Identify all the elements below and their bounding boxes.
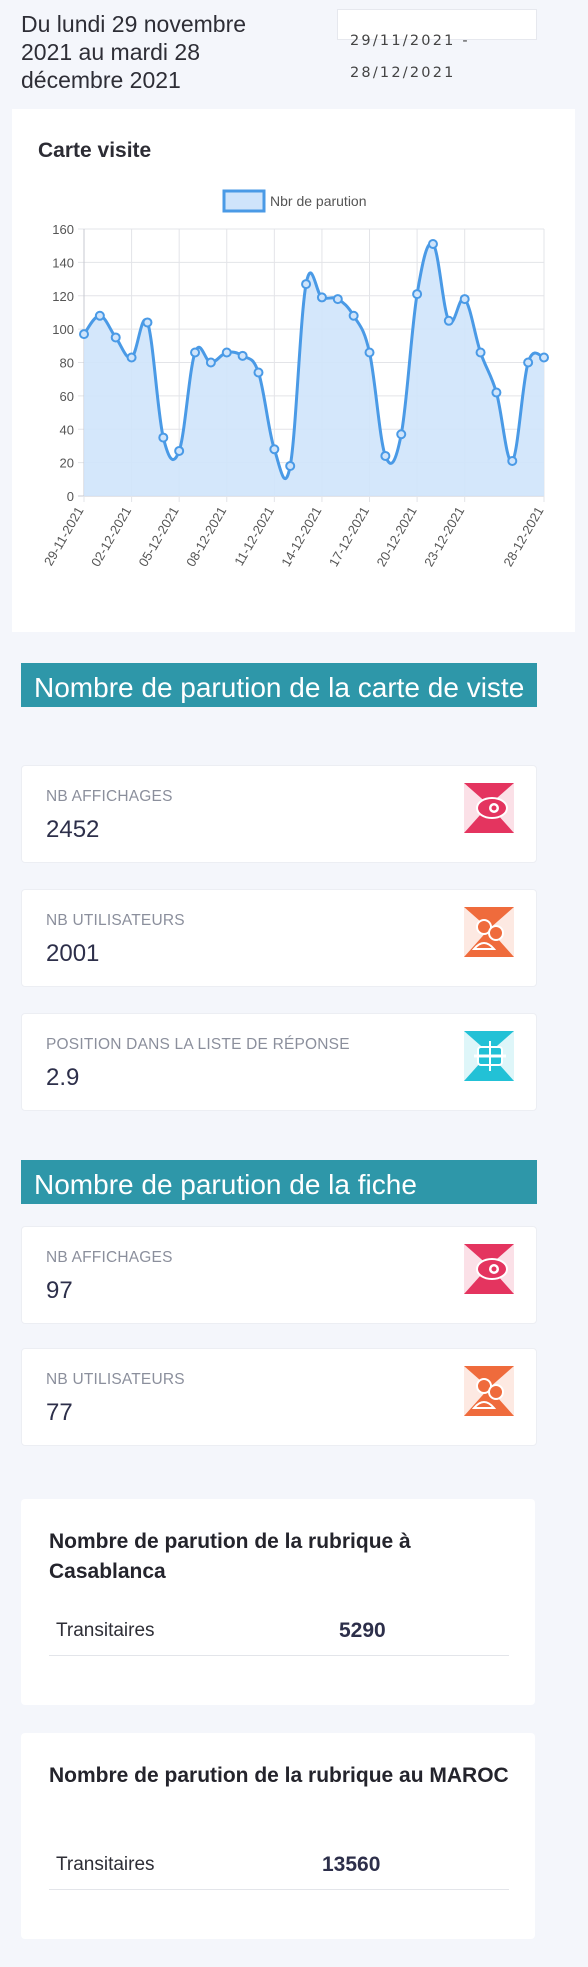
x-tick-label: 28-12-2021 [500,504,546,569]
stat-card-fiche-affichages: NB AFFICHAGES 97 [21,1226,537,1324]
legend-label: Nbr de parution [270,193,367,209]
parution-chart: 0 20 40 60 80 100 120 140 160 29-11-2021 02-12-20… [41,189,549,569]
table-row: Transitaires 13560 [49,1840,509,1890]
rubric-card-maroc: Nombre de parution de la rubrique au MAR… [21,1733,535,1939]
data-point [459,294,470,305]
stat-card-carte-utilisateurs: NB UTILISATEURS 2001 [21,889,537,987]
rubric-card-casablanca: Nombre de parution de la rubrique à Casa… [21,1499,535,1705]
data-point [205,357,216,368]
x-tick-label: 14-12-2021 [278,504,324,569]
x-tick-label: 17-12-2021 [326,504,372,569]
data-point [475,347,486,358]
y-tick-label: 120 [52,289,74,304]
y-tick-label: 20 [60,456,74,471]
data-point [301,279,312,290]
rubric-value: 13560 [322,1853,381,1876]
data-point [126,352,137,363]
users-icon [464,907,514,957]
data-point [142,317,153,328]
users-icon [464,1366,514,1416]
list-position-icon [464,1031,514,1081]
data-point [380,450,391,461]
y-tick-label: 160 [52,222,74,237]
stat-card-carte-position: POSITION DANS LA LISTE DE RÉPONSE 2.9 [21,1013,537,1111]
data-point [364,347,375,358]
x-tick-label: 20-12-2021 [373,504,419,569]
stat-value: 2.9 [46,1064,80,1091]
data-point [158,432,169,443]
y-tick-label: 60 [60,389,74,404]
stat-value: 77 [46,1399,73,1426]
data-point [396,429,407,440]
stat-card-fiche-utilisateurs: NB UTILISATEURS 77 [21,1348,537,1446]
data-point [269,444,280,455]
stat-value: 97 [46,1277,73,1304]
data-point [79,329,89,340]
data-point [174,445,185,456]
section-fiche-title: Nombre de parution de la fiche [21,1160,537,1204]
rubric-name: Transitaires [56,1854,155,1875]
data-point [348,310,359,321]
y-tick-label: 40 [60,422,74,437]
x-tick-label: 02-12-2021 [88,504,134,569]
chart-card: Carte visite 0 20 40 60 80 100 120 140 160 29-11… [12,109,575,632]
data-point [427,239,438,250]
data-point [94,310,105,321]
data-point [412,289,423,300]
eye-icon [464,783,514,833]
x-tick-label: 23-12-2021 [421,504,467,569]
date-range-picker[interactable]: 29/11/2021 - 28/12/2021 [337,9,537,81]
stat-label: NB AFFICHAGES [46,1249,173,1266]
data-point [110,332,121,343]
data-point [539,352,549,363]
data-point [443,315,454,326]
stat-label: NB UTILISATEURS [46,1371,185,1388]
data-point [316,292,327,303]
data-point [190,347,201,358]
data-point [523,357,534,368]
rubric-value: 5290 [339,1619,386,1642]
data-point [237,350,248,361]
stat-value: 2452 [46,816,100,843]
legend-swatch [222,189,266,213]
y-tick-label: 140 [52,255,74,270]
data-point [285,460,296,471]
data-point [253,367,264,378]
date-range-value: 29/11/2021 - 28/12/2021 [350,33,470,81]
stat-value: 2001 [46,940,100,967]
eye-icon [464,1244,514,1294]
data-point [221,347,232,358]
section-carte-title: Nombre de parution de la carte de viste [21,663,537,707]
rubric-title: Nombre de parution de la rubrique à Casa… [49,1530,411,1583]
y-tick-label: 100 [52,322,74,337]
x-tick-label: 08-12-2021 [183,504,229,569]
stat-card-carte-affichages: NB AFFICHAGES 2452 [21,765,537,863]
stat-label: NB UTILISATEURS [46,912,185,929]
y-tick-label: 80 [60,356,74,371]
rubric-name: Transitaires [56,1620,155,1641]
stat-label: NB AFFICHAGES [46,788,173,805]
x-tick-label: 05-12-2021 [136,504,182,569]
period-title: Du lundi 29 novembre 2021 au mardi 28 dé… [21,11,247,93]
table-row: Transitaires 5290 [49,1606,509,1656]
x-tick-label: 11-12-2021 [231,504,277,568]
x-tick-label: 29-11-2021 [41,504,87,568]
data-point [332,294,343,305]
data-point [507,455,518,466]
rubric-title: Nombre de parution de la rubrique au MAR… [49,1764,509,1787]
data-point [491,387,502,398]
stat-label: POSITION DANS LA LISTE DE RÉPONSE [46,1036,350,1053]
y-tick-label: 0 [67,489,74,504]
